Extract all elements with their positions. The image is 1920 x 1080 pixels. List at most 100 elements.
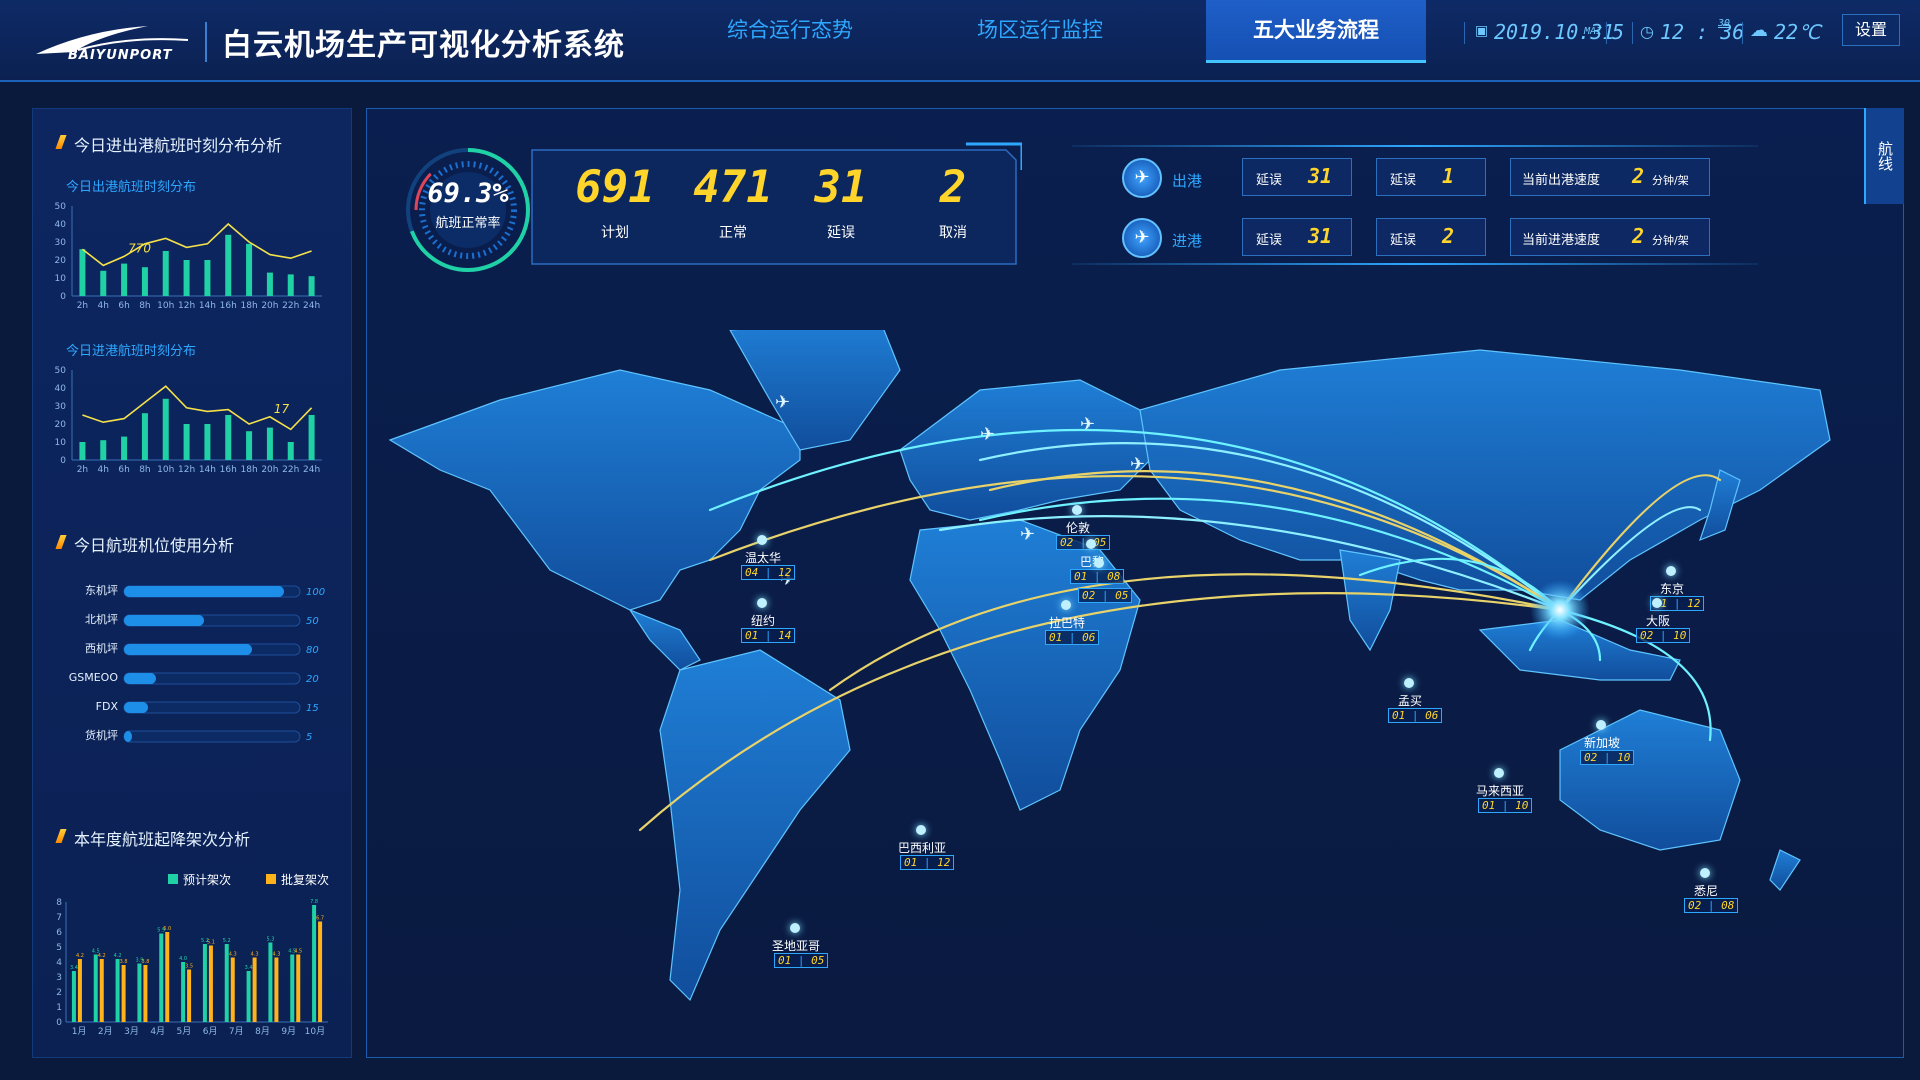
city-name: 孟买 [1397,694,1422,708]
city-pin[interactable] [790,923,800,933]
bar-value-label: 15 [306,703,319,714]
bar [225,415,232,460]
x-tick-label: 12h [178,301,195,311]
trend-line [81,222,312,267]
badge-separator: | [1701,899,1722,912]
city-count-b: 08 [1721,899,1735,912]
new-zealand [1769,849,1801,891]
city-pin[interactable] [1072,505,1082,515]
city-pin[interactable] [757,598,767,608]
city-count-b: 05 [1115,589,1129,602]
city-pin[interactable] [1061,600,1071,610]
bar-value-label: 4.3 [251,952,259,958]
bar [204,260,211,296]
legend-swatch-planned [168,874,178,884]
city-count-a: 02 [1640,629,1654,642]
kpi-cancelled-label: 取消 [939,225,967,241]
city-name: 圣地亚哥 [771,939,820,953]
bar-value-label: 100 [306,587,325,598]
bar [287,442,294,460]
kpi-planned-label: 计划 [601,225,629,241]
city-count-b: 10 [1515,799,1529,812]
header-separator [1606,22,1607,44]
y-tick-label: 2 [56,988,62,998]
x-tick-label: 7月 [229,1026,244,1037]
route-tab[interactable]: 航线 [1864,108,1904,204]
guangzhou-hub [1530,580,1590,640]
departure-label: 出港 [1172,172,1203,190]
departure-delay-label: 延误 [1256,173,1283,188]
nav-overview[interactable]: 综合运行态势 [680,0,900,60]
legend-swatch-approved [266,874,276,884]
departure-speed-value: 2 [1632,164,1645,188]
city-name: 大阪 [1645,614,1670,628]
x-tick-label: 18h [241,301,258,311]
clock-icon: ◷ [1640,22,1654,41]
city-count-a: 02 [1082,589,1096,602]
city-pin[interactable] [1086,539,1096,549]
badge-separator: | [758,566,779,579]
nav-field-monitor[interactable]: 场区运行监控 [930,0,1150,60]
city-name: 东京 [1659,582,1684,596]
y-tick-label: 3 [56,973,62,983]
x-tick-label: 9月 [281,1026,296,1037]
badge-separator: | [917,856,938,869]
kpi-normal-label: 正常 [719,225,747,241]
y-tick-label: 6 [56,928,62,938]
bar [100,270,107,296]
y-tick-label: 40 [55,384,67,394]
x-tick-label: 24h [303,301,320,311]
badge-separator: | [1405,709,1426,722]
y-tick-label: 50 [55,366,67,376]
city-pin[interactable] [1094,558,1104,568]
bar-value-label: 4.3 [272,952,280,958]
x-tick-label: 2h [77,301,88,311]
kpi-cancelled-value: 2 [939,162,967,213]
city-name: 温太华 [744,551,781,565]
city-pin[interactable] [1666,566,1676,576]
kpi-delayed-value: 31 [814,162,868,213]
bar [266,272,273,296]
bar-approved [274,957,279,1022]
city-pin[interactable] [1700,868,1710,878]
city-flight-badge: 02 | 05 [1078,588,1133,603]
bar [141,267,148,296]
bar-value-label: 6.0 [163,926,171,932]
city-pin[interactable] [916,825,926,835]
bar-value-label: 3.8 [120,959,128,965]
x-tick-label: 20h [261,301,278,311]
bar-approved [99,959,104,1022]
city-flight-badge: 01 | 05 [774,953,829,968]
city-pin[interactable] [1652,598,1662,608]
city-count-a: 04 [745,566,759,579]
x-tick-label: 14h [199,465,216,475]
flow-divider [1072,263,1758,265]
city-flight-badge: 01 | 12 [900,855,955,870]
city-pin[interactable] [1596,720,1606,730]
x-tick-label: 2月 [98,1026,113,1037]
settings-button[interactable]: 设置 [1842,14,1900,46]
header-separator [1464,22,1465,44]
departure-speed-unit: 分钟/架 [1652,174,1689,187]
city-pin[interactable] [1404,678,1414,688]
section-title-stand-usage: 今日航班机位使用分析 [74,536,235,555]
x-tick-label: 6h [118,465,129,475]
badge-separator: | [791,954,812,967]
y-tick-label: 20 [55,420,67,430]
bar-value-label: 3.4 [70,965,78,971]
city-name: 马来西亚 [1475,784,1524,798]
world-route-map: ✈ ✈ ✈ ✈ ✈ ✈ [388,330,1831,1002]
city-flight-badge: 01 | 08 [1070,569,1125,584]
city-name: 拉巴特 [1048,616,1085,630]
bar-planned [137,963,142,1022]
nav-business-flow[interactable]: 五大业务流程 [1206,0,1426,63]
departure-time-chart: 0 10 20 30 40 50 2h 4h 6h 8h 10h 12h 14h 16h 18h 20h 22h… [55,202,322,311]
y-tick-label: 30 [55,238,67,248]
city-count-b: 06 [1082,631,1096,644]
city-flight-badge: 04 | 12 [741,565,796,580]
x-tick-label: 1月 [72,1026,87,1037]
city-pin[interactable] [757,535,767,545]
city-pin[interactable] [1494,768,1504,778]
seconds-text: 30 [1718,18,1731,29]
calendar-icon: ▣ [1475,23,1489,39]
